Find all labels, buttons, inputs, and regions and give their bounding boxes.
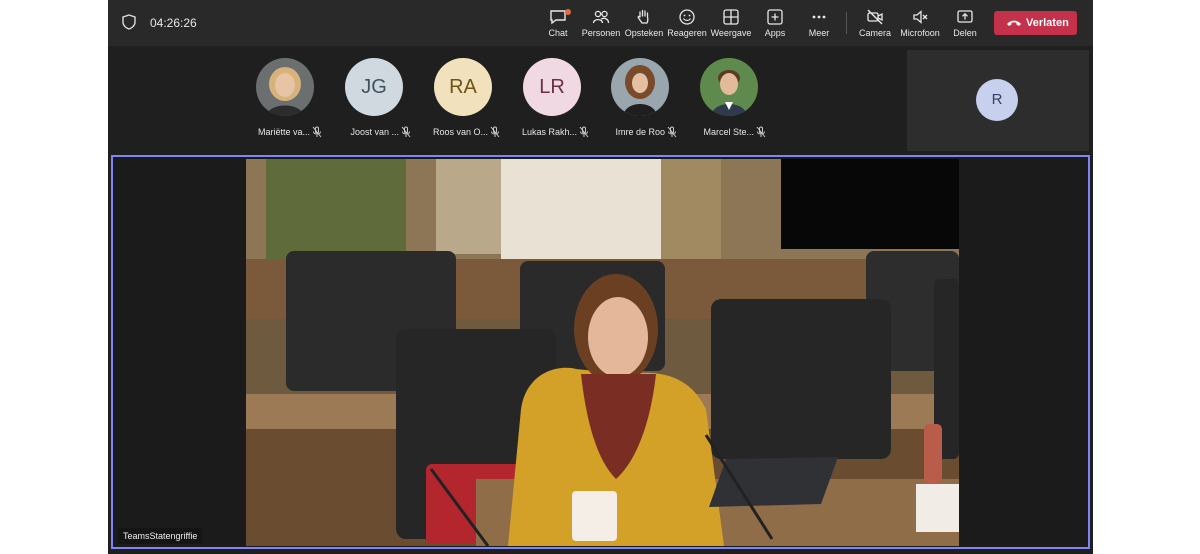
apps-icon <box>767 9 783 25</box>
video-feed <box>246 159 959 546</box>
meeting-toolbar: 04:26:26 Chat Personen Opsteken Reageren… <box>108 0 1093 46</box>
participant-name: Marcel Ste... <box>703 127 754 137</box>
participant-tile[interactable]: Mariëtte va... <box>244 58 324 142</box>
mic-muted-icon <box>490 126 500 138</box>
more-icon <box>812 15 826 19</box>
participant-tile[interactable]: LR Lukas Rakh... <box>511 58 591 142</box>
avatar: LR <box>523 58 581 116</box>
participant-name: Imre de Roo <box>615 127 665 137</box>
mic-muted-icon <box>756 126 766 138</box>
share-label: Delen <box>953 28 977 38</box>
avatar: R <box>976 79 1018 121</box>
leave-button[interactable]: Verlaten <box>994 11 1077 35</box>
hangup-icon <box>1007 20 1021 26</box>
participant-name: Mariëtte va... <box>257 127 310 137</box>
participant-tile[interactable]: Marcel Ste... <box>688 58 768 142</box>
participant-name: Joost van ... <box>350 127 399 137</box>
react-icon <box>679 9 695 25</box>
share-icon <box>957 10 973 23</box>
view-icon <box>723 9 739 25</box>
mic-muted-icon <box>401 126 411 138</box>
participant-tile[interactable]: RA Roos van O... <box>422 58 502 142</box>
overflow-participant-panel[interactable]: R <box>907 50 1089 151</box>
teams-meeting-window: 04:26:26 Chat Personen Opsteken Reageren… <box>108 0 1093 554</box>
share-button[interactable]: Delen <box>942 6 988 42</box>
call-timer: 04:26:26 <box>150 16 197 30</box>
avatar: RA <box>434 58 492 116</box>
avatar <box>700 58 758 116</box>
meeting-room-video <box>246 159 959 546</box>
raise-hand-icon <box>637 9 649 24</box>
more-label: Meer <box>808 28 830 38</box>
participant-tile[interactable]: JG Joost van ... <box>333 58 413 142</box>
mic-muted-icon <box>579 126 589 138</box>
mic-muted-icon <box>667 126 677 138</box>
participant-name: Roos van O... <box>432 127 488 137</box>
avatar <box>611 58 669 116</box>
mic-off-icon <box>913 10 928 24</box>
participant-tile[interactable]: Imre de Roo <box>599 58 679 142</box>
participant-name: Lukas Rakh... <box>521 127 577 137</box>
video-owner-label: TeamsStatengriffie <box>118 528 203 544</box>
unread-indicator <box>565 9 571 15</box>
mic-muted-icon <box>312 126 322 138</box>
camera-off-icon <box>867 9 883 25</box>
leave-label: Verlaten <box>1026 17 1069 29</box>
people-icon <box>592 10 610 24</box>
shield-icon[interactable] <box>122 14 136 30</box>
avatar <box>256 58 314 116</box>
more-button[interactable]: Meer <box>796 6 842 42</box>
avatar: JG <box>345 58 403 116</box>
spotlight-stage[interactable] <box>111 155 1090 549</box>
